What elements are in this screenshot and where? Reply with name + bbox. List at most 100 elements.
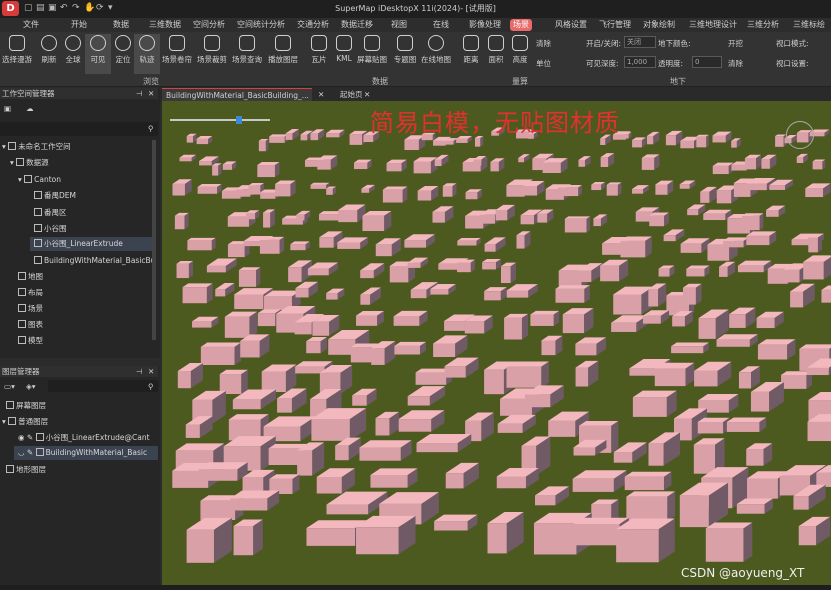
tree-item-charts[interactable]: 图表 [18,318,43,332]
layer-style-icon[interactable]: ◈▾ [26,382,36,391]
building [500,262,517,284]
unit-button[interactable]: 单位 [536,58,551,69]
workspace-scrollbar[interactable] [152,140,156,340]
clear-measure-button[interactable]: 清除 [536,38,551,49]
transparency-input[interactable]: 0 [692,56,722,68]
track-button[interactable]: 轨迹 [134,34,160,74]
select-roam-button[interactable]: 选择漫游 [2,34,32,74]
tree-item-dem[interactable]: 番禺DEM [34,189,76,203]
layer-linear-extrude[interactable]: ◉ ✎ 小谷围_LinearExtrude@Cant [18,431,150,445]
excavate-button[interactable]: 开挖 [728,38,743,49]
visible-button[interactable]: 可见 [85,34,111,74]
building [413,157,438,174]
layer-terrain[interactable]: 地形图层 [6,463,46,477]
layer-building-material[interactable]: ◡ ✎ BuildingWithMaterial_Basic [14,446,158,460]
tree-item-scenes[interactable]: 场景 [18,302,43,316]
area-button[interactable]: 面积 [483,34,509,74]
tab-start-close-icon[interactable]: ✕ [360,88,374,101]
layer-folder-icon[interactable]: ▭▾ [4,382,15,391]
layer-close-icon[interactable]: ✕ [148,367,154,376]
tab-building-scene[interactable]: BuildingWithMaterial_BasicBuilding_... [162,88,312,101]
menu-spatial-stats[interactable]: 空间统计分析 [234,19,288,31]
layer-normal[interactable]: ▾ 普通图层 [2,415,48,429]
building [578,156,591,167]
building [434,514,478,531]
tree-item-xiaoguwei[interactable]: 小谷围 [34,222,67,236]
building [295,281,318,298]
close-icon[interactable]: ✕ [148,89,154,98]
building [326,491,388,515]
menu-view[interactable]: 视图 [388,19,410,31]
play-layer-button[interactable]: 播放图层 [268,34,298,74]
layer-search-icon[interactable]: ⚲ [148,382,154,391]
tile-button[interactable]: 瓦片 [306,34,332,74]
visible-depth-input[interactable]: 1,000 [624,56,656,68]
menu-file[interactable]: 文件 [20,19,42,31]
menu-traffic[interactable]: 交通分析 [294,19,332,31]
tree-item-building-material[interactable]: BuildingWithMaterial_BasicBu [34,254,155,268]
building [484,287,507,301]
menu-online[interactable]: 在线 [430,19,452,31]
building [360,263,385,279]
locate-button[interactable]: 定位 [110,34,136,74]
zoom-slider[interactable] [170,119,270,121]
menu-imagery[interactable]: 影像处理 [466,19,504,31]
layer-search-input[interactable] [48,380,158,392]
cloud-icon[interactable]: ☁ [26,104,34,113]
kml-button[interactable]: KML [331,34,357,74]
building [516,231,531,249]
menu-3d-data[interactable]: 三维数据 [146,19,184,31]
building [665,130,683,146]
refresh-icon [41,35,57,51]
tree-item-workspace[interactable]: ▾ 未命名工作空间 [2,140,71,154]
tree-item-linear-extrude[interactable]: 小谷围_LinearExtrude [30,237,152,251]
tree-item-layouts[interactable]: 布局 [18,286,43,300]
building [198,462,248,481]
scene-viewport[interactable] [162,101,831,585]
menu-start[interactable]: 开始 [68,19,90,31]
menu-scene[interactable]: 场景 [510,19,532,31]
tab-close-icon[interactable]: ✕ [314,88,328,101]
tree-item-canton[interactable]: ▾ Canton [18,173,61,187]
menu-spatial-analysis[interactable]: 空间分析 [190,19,228,31]
height-button[interactable]: 高度 [507,34,533,74]
scene-query-button[interactable]: 场景查询 [232,34,262,74]
building [761,154,777,169]
workspace-search-input[interactable] [0,122,158,136]
tree-item-models[interactable]: 模型 [18,334,43,348]
pin-icon[interactable]: ⊣ [136,89,143,98]
distance-button[interactable]: 距离 [458,34,484,74]
menu-flight[interactable]: 飞行管理 [596,19,634,31]
online-map-button[interactable]: 在线地图 [420,34,452,74]
refresh-button[interactable]: 刷新 [36,34,62,74]
globe-button[interactable]: 全球 [60,34,86,74]
menu-migration[interactable]: 数据迁移 [338,19,376,31]
building [575,360,599,387]
zoom-slider-thumb[interactable] [236,116,242,124]
menu-3d-plot[interactable]: 三维标绘 [790,19,828,31]
layer-screen[interactable]: 屏幕图层 [6,399,46,413]
scene-clip-button[interactable]: 场景裁剪 [197,34,227,74]
building [679,180,696,189]
tree-item-maps[interactable]: 地图 [18,270,43,284]
building [192,316,219,328]
scene-swipe-button[interactable]: 场景卷帘 [162,34,192,74]
search-icon[interactable]: ⚲ [148,124,154,133]
compass-icon[interactable] [786,121,814,149]
menu-data[interactable]: 数据 [110,19,132,31]
menu-3d-analysis[interactable]: 三维分析 [744,19,782,31]
layer-pin-icon[interactable]: ⊣ [136,367,143,376]
thematic-button[interactable]: 专题图 [392,34,418,74]
open-close-select[interactable]: 关闭 [624,36,656,48]
menu-draw[interactable]: 对象绘制 [640,19,678,31]
menu-style[interactable]: 风格设置 [552,19,590,31]
menu-3d-design[interactable]: 三维地理设计 [686,19,740,31]
clear-underground-button[interactable]: 清除 [728,58,743,69]
building [506,284,538,298]
workspace-tab-icon[interactable]: ▣ [4,104,11,113]
tree-item-datasources[interactable]: ▾ 数据源 [10,156,49,170]
document-tabs: BuildingWithMaterial_BasicBuilding_... ✕… [160,87,831,101]
screen-paste-button[interactable]: 屏幕贴图 [357,34,387,74]
tree-item-panyu[interactable]: 番禺区 [34,206,67,220]
kml-icon [336,35,352,51]
